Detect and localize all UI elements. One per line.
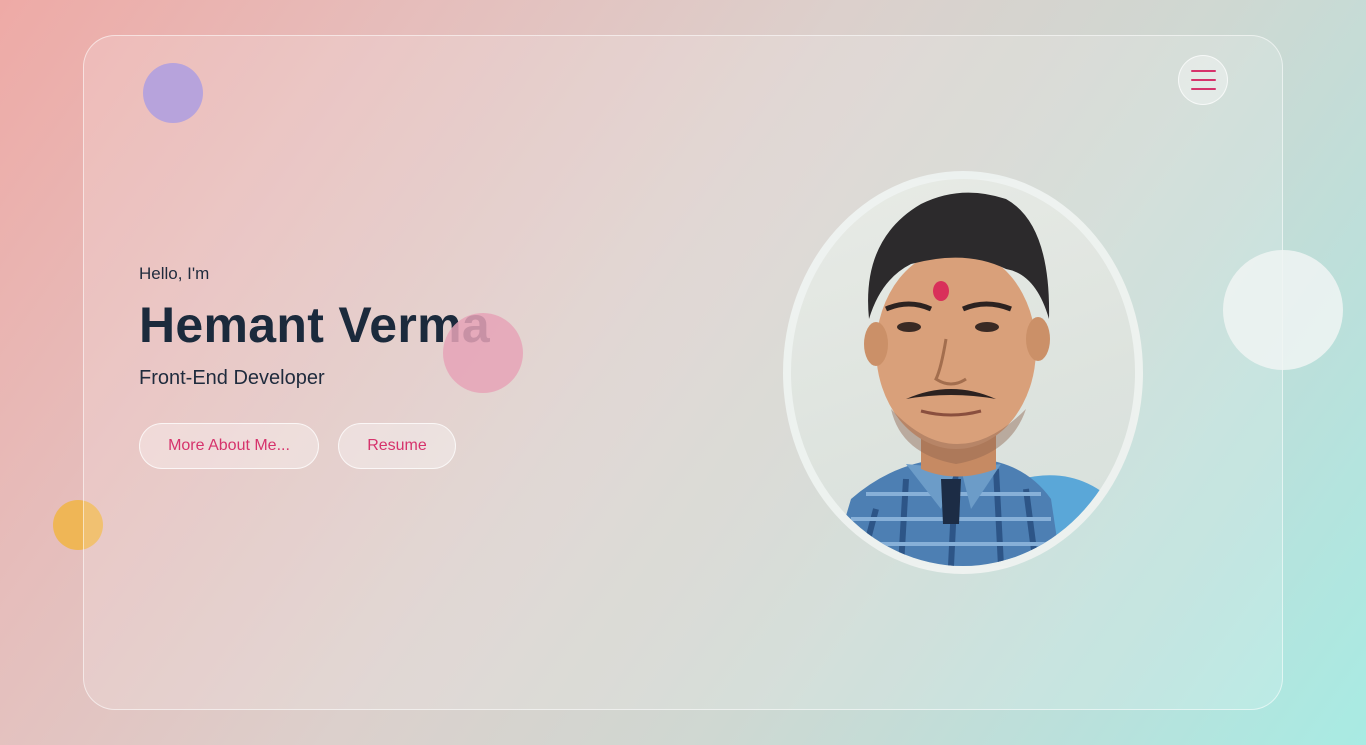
decorative-purple-circle — [143, 63, 203, 123]
profile-photo — [783, 171, 1143, 574]
hamburger-menu-icon-line — [1190, 79, 1216, 81]
decorative-white-circle — [1223, 250, 1343, 370]
greeting-text: Hello, I'm — [139, 264, 210, 283]
profile-photo-illustration — [831, 192, 1131, 566]
hero-name: Hemant Verma — [139, 297, 490, 353]
hamburger-menu-icon — [1190, 70, 1216, 72]
hamburger-menu-icon-line — [1190, 88, 1216, 90]
resume-button[interactable]: Resume — [338, 423, 456, 469]
menu-button[interactable] — [1178, 55, 1228, 105]
decorative-pink-circle — [443, 313, 523, 393]
more-about-me-button[interactable]: More About Me... — [139, 423, 319, 469]
hero-role: Front-End Developer — [139, 367, 325, 389]
